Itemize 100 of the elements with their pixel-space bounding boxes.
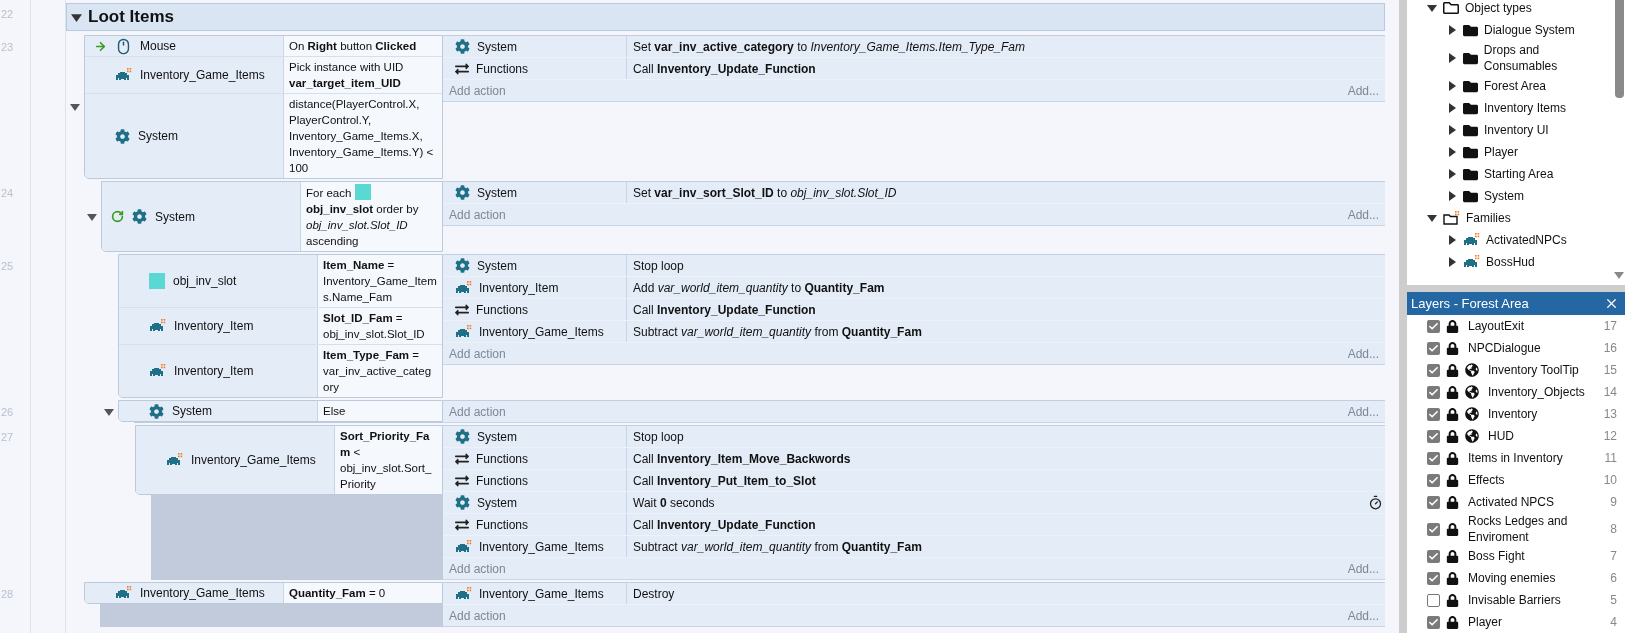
layer-checkbox[interactable]: [1427, 495, 1440, 509]
layer-name[interactable]: Boss Fight: [1468, 548, 1595, 564]
lock-icon[interactable]: [1446, 593, 1459, 607]
caret-icon[interactable]: [87, 211, 97, 222]
tree-item[interactable]: Drops and Consumables: [1483, 42, 1613, 74]
lock-icon[interactable]: [1446, 549, 1459, 563]
layer-checkbox[interactable]: [1427, 451, 1440, 465]
caret-icon[interactable]: [1447, 125, 1457, 135]
layer-name[interactable]: Inventory ToolTip: [1488, 362, 1595, 378]
layer-checkbox[interactable]: [1427, 319, 1440, 333]
caret-icon[interactable]: [71, 11, 82, 23]
gear-icon: [115, 128, 130, 144]
layer-checkbox[interactable]: [1427, 549, 1440, 563]
object-name: System: [138, 128, 178, 145]
tree-item[interactable]: Inventory Items: [1484, 100, 1567, 116]
caret-icon[interactable]: [1447, 103, 1457, 113]
caret-icon[interactable]: [1447, 169, 1457, 179]
layer-name[interactable]: Invisable Barriers: [1468, 592, 1595, 608]
object-name: Inventory_Item: [479, 279, 559, 297]
tree-item[interactable]: Inventory UI: [1484, 122, 1549, 138]
mouse-icon: [115, 37, 132, 55]
tree-item[interactable]: Families: [1466, 210, 1511, 226]
lock-icon[interactable]: [1446, 385, 1459, 399]
lock-icon[interactable]: [1446, 341, 1459, 355]
layer-number: 16: [1602, 340, 1617, 357]
object-name: System: [477, 428, 517, 446]
layer-number: 15: [1602, 362, 1617, 379]
layer-checkbox[interactable]: [1427, 571, 1440, 585]
object-name: Inventory_Game_Items: [191, 452, 316, 469]
lock-icon[interactable]: [1446, 473, 1459, 487]
lock-icon[interactable]: [1446, 407, 1459, 421]
caret-icon[interactable]: [1447, 53, 1457, 63]
layer-checkbox[interactable]: [1427, 473, 1440, 487]
layer-checkbox[interactable]: [1427, 341, 1440, 355]
close-icon[interactable]: [1604, 296, 1619, 311]
tree-item[interactable]: Object types: [1465, 0, 1532, 16]
layer-name[interactable]: Inventory: [1488, 406, 1595, 422]
tree-item[interactable]: BossHud: [1486, 254, 1535, 270]
caret-icon[interactable]: [104, 406, 114, 417]
layer-name[interactable]: Player: [1468, 614, 1595, 630]
scroll-down-icon[interactable]: [1614, 272, 1624, 279]
layer-name[interactable]: Moving enemies: [1468, 570, 1595, 586]
caret-icon[interactable]: [1447, 147, 1457, 157]
caret-icon[interactable]: [1447, 25, 1457, 35]
tree-item[interactable]: Forest Area: [1484, 78, 1547, 94]
gear-icon: [132, 209, 147, 224]
object-name: Functions: [476, 301, 529, 319]
folder-icon: [1463, 78, 1478, 94]
layer-name[interactable]: Activated NPCS: [1468, 494, 1595, 510]
group-header[interactable]: Loot Items: [66, 3, 1385, 31]
action-text: Wait 0 seconds: [632, 494, 715, 512]
layer-checkbox[interactable]: [1427, 363, 1440, 377]
tree-item[interactable]: Player: [1484, 144, 1518, 160]
layer-name[interactable]: HUD: [1488, 428, 1595, 444]
caret-icon[interactable]: [1427, 3, 1437, 13]
object-name: System: [155, 208, 195, 226]
caret-icon[interactable]: [1447, 81, 1457, 91]
layer-checkbox[interactable]: [1427, 522, 1440, 536]
caret-icon[interactable]: [1427, 213, 1437, 223]
caret-icon[interactable]: [1447, 257, 1457, 267]
lock-icon[interactable]: [1446, 363, 1459, 377]
layer-checkbox[interactable]: [1427, 429, 1440, 443]
tree-item[interactable]: Dialogue System: [1484, 22, 1575, 38]
layer-name[interactable]: LayoutExit: [1468, 318, 1595, 334]
invader-icon: [455, 280, 472, 295]
swatch-icon: [149, 273, 165, 289]
lock-icon[interactable]: [1446, 522, 1459, 536]
layer-checkbox[interactable]: [1427, 407, 1440, 421]
lock-icon[interactable]: [1446, 571, 1459, 585]
folder-icon: [1463, 166, 1478, 182]
object-name: Inventory_Game_Items: [479, 323, 604, 341]
layer-name[interactable]: Items in Inventory: [1468, 450, 1595, 466]
layer-checkbox[interactable]: [1427, 615, 1440, 629]
layer-name[interactable]: Rocks Ledges and Enviroment: [1468, 513, 1595, 545]
tree-item[interactable]: System: [1484, 188, 1524, 204]
layer-name[interactable]: NPCDialogue: [1468, 340, 1595, 356]
layer-name[interactable]: Inventory_Objects: [1488, 384, 1595, 400]
caret-icon[interactable]: [1447, 235, 1457, 245]
line-number: 28: [1, 588, 14, 600]
layer-number: 5: [1609, 592, 1617, 609]
folder-icon: [1443, 0, 1459, 16]
layer-checkbox[interactable]: [1427, 385, 1440, 399]
caret-icon[interactable]: [70, 102, 80, 112]
lock-icon[interactable]: [1446, 319, 1459, 333]
gear-icon: [455, 185, 470, 200]
lock-icon[interactable]: [1446, 615, 1459, 629]
folder-icon: [1462, 50, 1478, 66]
layer-checkbox[interactable]: [1427, 593, 1440, 607]
condition-text: Sort_Priority_Fam < obj_inv_slot.Sort_Priority: [340, 430, 432, 490]
caret-icon[interactable]: [1447, 191, 1457, 201]
line-number: 23: [1, 41, 14, 53]
lock-icon[interactable]: [1446, 451, 1459, 465]
layer-name[interactable]: Effects: [1468, 472, 1595, 488]
layer-number: 17: [1602, 318, 1617, 335]
tree-item[interactable]: ActivatedNPCs: [1486, 232, 1567, 248]
tree-item[interactable]: Starting Area: [1484, 166, 1554, 182]
invader-icon: [115, 586, 132, 600]
lock-icon[interactable]: [1446, 429, 1459, 443]
action-text: Call Inventory_Item_Move_Backwords: [632, 450, 851, 468]
lock-icon[interactable]: [1446, 495, 1459, 509]
